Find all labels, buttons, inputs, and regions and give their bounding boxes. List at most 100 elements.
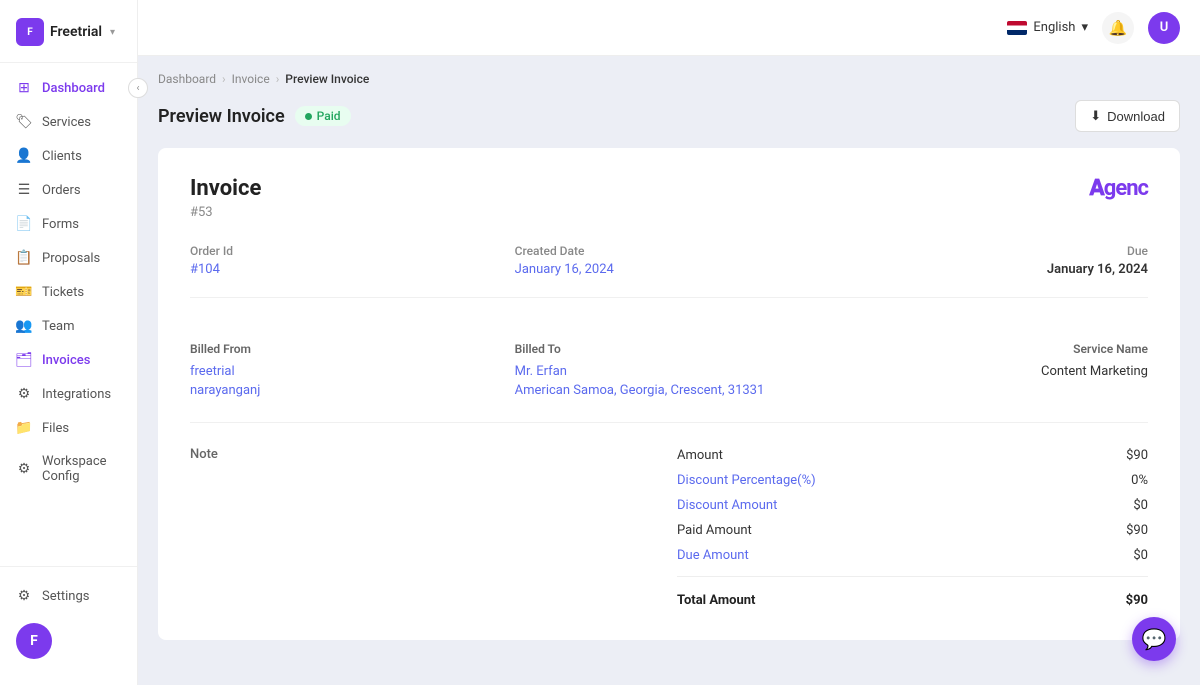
breadcrumb-sep-2: › xyxy=(276,72,280,86)
sidebar-item-team[interactable]: 👥 Team xyxy=(0,309,137,343)
sidebar-item-forms[interactable]: 📄 Forms xyxy=(0,207,137,241)
status-dot xyxy=(305,113,312,120)
sidebar-avatar: F xyxy=(16,623,52,659)
team-icon: 👥 xyxy=(16,318,32,334)
notifications-button[interactable]: 🔔 xyxy=(1102,12,1134,44)
order-id-label: Order Id xyxy=(190,244,499,258)
logo-caret: ▾ xyxy=(110,27,115,38)
services-icon: 🏷 xyxy=(16,114,32,130)
sidebar-item-clients[interactable]: 👤 Clients xyxy=(0,139,137,173)
logo-icon: F xyxy=(16,18,44,46)
breadcrumb: Dashboard › Invoice › Preview Invoice xyxy=(158,72,1180,86)
sidebar-toggle-button[interactable]: ‹ xyxy=(128,78,148,98)
sidebar-item-invoices[interactable]: 🗂 Invoices xyxy=(0,343,137,377)
sidebar-nav: ⊞ Dashboard 🏷 Services 👤 Clients ☰ Order… xyxy=(0,63,137,566)
sidebar-item-orders[interactable]: ☰ Orders xyxy=(0,173,137,207)
flag-icon xyxy=(1007,21,1027,35)
page-title: Preview Invoice xyxy=(158,106,285,127)
sidebar-logo[interactable]: F Freetrial ▾ xyxy=(0,0,137,63)
chat-icon: 💬 xyxy=(1142,627,1167,651)
sidebar: F Freetrial ▾ ⊞ Dashboard 🏷 Services 👤 C… xyxy=(0,0,138,685)
total-row: Total Amount $90 xyxy=(677,585,1148,608)
invoice-number: #53 xyxy=(190,205,261,220)
discount-pct-value: 0% xyxy=(1131,473,1148,488)
total-label: Total Amount xyxy=(677,593,755,608)
sidebar-item-integrations[interactable]: ⚙ Integrations xyxy=(0,377,137,411)
download-icon: ⬇ xyxy=(1090,108,1101,124)
status-label: Paid xyxy=(317,109,341,123)
sidebar-item-dashboard[interactable]: ⊞ Dashboard xyxy=(0,71,137,105)
clients-icon: 👤 xyxy=(16,148,32,164)
due-amt-row: Due Amount $0 xyxy=(677,543,1148,568)
amount-label: Amount xyxy=(677,448,723,463)
due-label: Due xyxy=(839,244,1148,258)
breadcrumb-sep-1: › xyxy=(222,72,226,86)
breadcrumb-invoice[interactable]: Invoice xyxy=(232,72,270,86)
created-date-block: Created Date January 16, 2024 xyxy=(515,244,824,277)
sidebar-avatar-area[interactable]: F xyxy=(0,613,137,669)
note-label: Note xyxy=(190,447,218,462)
chevron-left-icon: ‹ xyxy=(136,83,139,94)
sidebar-label-forms: Forms xyxy=(42,217,79,232)
dashboard-icon: ⊞ xyxy=(16,80,32,96)
invoice-header: Invoice #53 𝐀genc xyxy=(190,176,1148,220)
workspace-icon: ⚙ xyxy=(16,461,32,477)
billed-to-name: Mr. Erfan xyxy=(515,364,824,379)
sidebar-label-dashboard: Dashboard xyxy=(42,81,105,96)
settings-icon: ⚙ xyxy=(16,588,32,604)
content-area: Dashboard › Invoice › Preview Invoice Pr… xyxy=(138,56,1200,685)
orders-icon: ☰ xyxy=(16,182,32,198)
sidebar-label-files: Files xyxy=(42,421,69,436)
billed-from-address: narayanganj xyxy=(190,383,499,398)
sidebar-label-tickets: Tickets xyxy=(42,285,84,300)
created-date-value: January 16, 2024 xyxy=(515,262,824,277)
billed-from-block: Billed From freetrial narayanganj xyxy=(190,342,499,398)
proposals-icon: 📋 xyxy=(16,250,32,266)
sidebar-label-services: Services xyxy=(42,115,91,130)
sidebar-label-integrations: Integrations xyxy=(42,387,111,402)
user-avatar[interactable]: U xyxy=(1148,12,1180,44)
language-caret: ▾ xyxy=(1081,20,1088,35)
main-content: English ▾ 🔔 U Dashboard › Invoice › Prev… xyxy=(138,0,1200,685)
logo-text: Freetrial xyxy=(50,24,102,40)
download-button[interactable]: ⬇ Download xyxy=(1075,100,1180,132)
total-value: $90 xyxy=(1126,593,1148,608)
sidebar-item-settings[interactable]: ⚙ Settings xyxy=(0,579,137,613)
chat-fab[interactable]: 💬 xyxy=(1132,617,1176,661)
sidebar-label-invoices: Invoices xyxy=(42,353,90,368)
note-amounts: Note Amount $90 Discount Percentage(%) 0… xyxy=(190,443,1148,608)
sidebar-label-settings: Settings xyxy=(42,589,89,604)
sidebar-bottom: ⚙ Settings F xyxy=(0,566,137,685)
bell-icon: 🔔 xyxy=(1109,19,1128,37)
order-id-value: #104 xyxy=(190,262,499,277)
sidebar-item-services[interactable]: 🏷 Services xyxy=(0,105,137,139)
discount-amt-label: Discount Amount xyxy=(677,498,777,513)
billed-from-label: Billed From xyxy=(190,342,499,356)
integrations-icon: ⚙ xyxy=(16,386,32,402)
note-block: Note xyxy=(190,443,661,608)
sidebar-item-proposals[interactable]: 📋 Proposals xyxy=(0,241,137,275)
sidebar-label-proposals: Proposals xyxy=(42,251,100,266)
tickets-icon: 🎫 xyxy=(16,284,32,300)
invoices-icon: 🗂 xyxy=(16,352,32,368)
due-amt-label: Due Amount xyxy=(677,548,749,563)
brand-logo: 𝐀genc xyxy=(1089,176,1148,201)
discount-amt-value: $0 xyxy=(1133,498,1148,513)
amount-value: $90 xyxy=(1126,448,1148,463)
service-name-block: Service Name Content Marketing xyxy=(839,342,1148,398)
invoice-title-block: Invoice #53 xyxy=(190,176,261,220)
language-selector[interactable]: English ▾ xyxy=(1007,20,1088,35)
discount-pct-label: Discount Percentage(%) xyxy=(677,473,816,488)
sidebar-item-workspace[interactable]: ⚙ Workspace Config xyxy=(0,445,137,493)
sidebar-item-files[interactable]: 📁 Files xyxy=(0,411,137,445)
due-block: Due January 16, 2024 xyxy=(839,244,1148,277)
due-amt-value: $0 xyxy=(1133,548,1148,563)
amount-row: Amount $90 xyxy=(677,443,1148,468)
invoice-title: Invoice xyxy=(190,176,261,201)
download-label: Download xyxy=(1107,109,1165,124)
files-icon: 📁 xyxy=(16,420,32,436)
paid-amt-row: Paid Amount $90 xyxy=(677,518,1148,543)
service-name-label: Service Name xyxy=(839,342,1148,356)
breadcrumb-dashboard[interactable]: Dashboard xyxy=(158,72,216,86)
sidebar-item-tickets[interactable]: 🎫 Tickets xyxy=(0,275,137,309)
